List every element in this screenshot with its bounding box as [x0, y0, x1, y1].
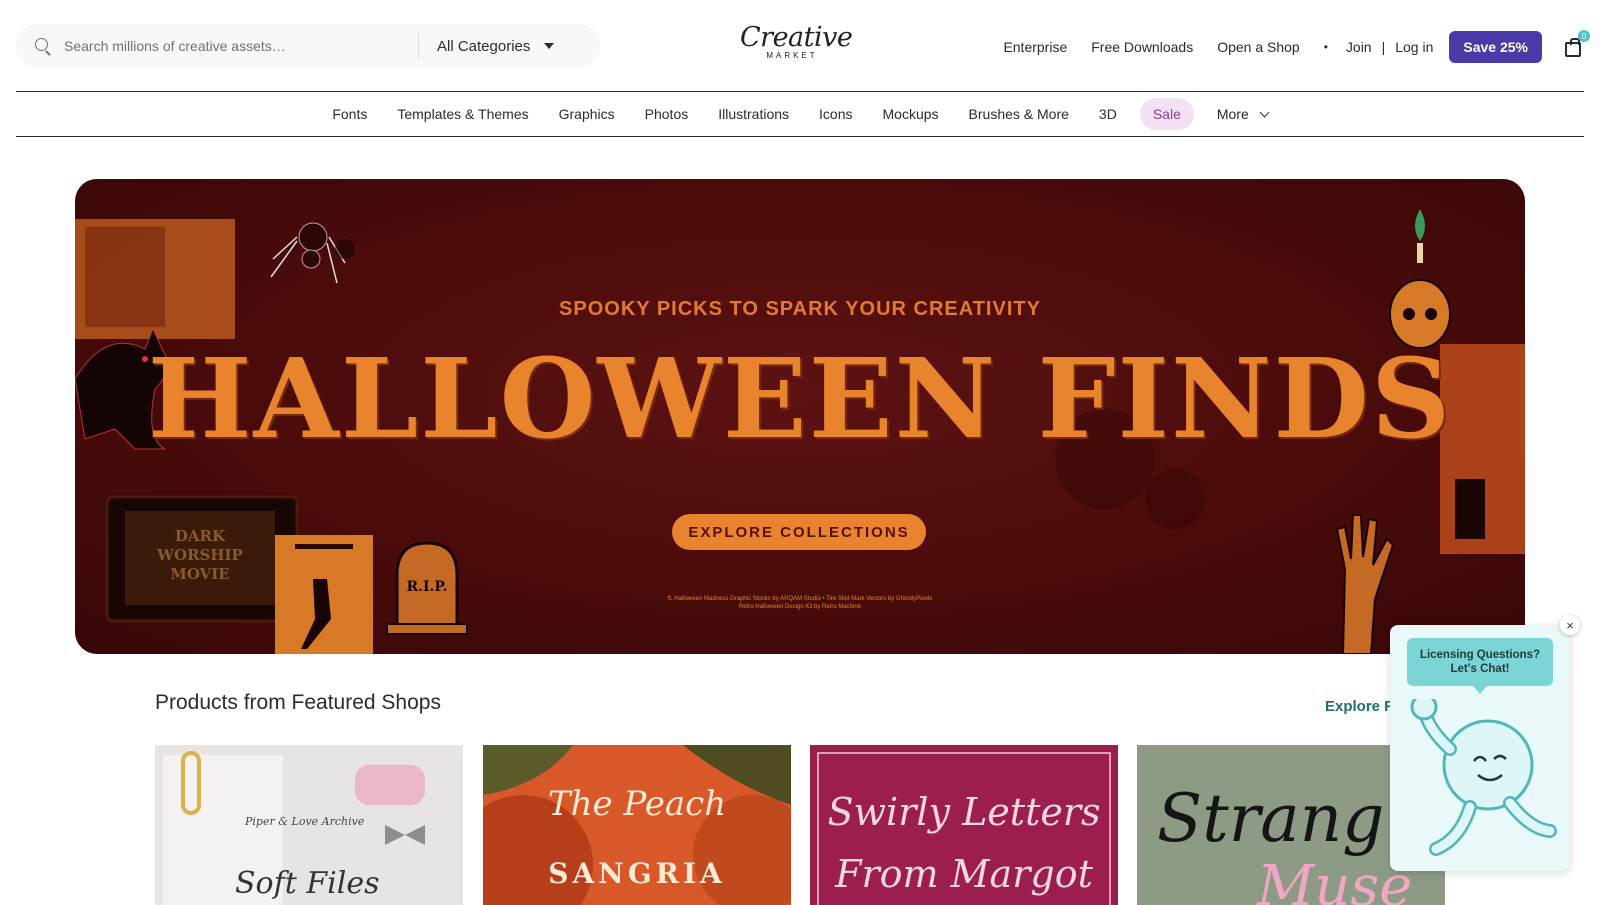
category-fonts[interactable]: Fonts [332, 106, 367, 122]
product-thumbnail: The Peach SANGRIA [483, 745, 791, 905]
search-bar[interactable]: All Categories [16, 24, 600, 68]
halloween-hero-banner[interactable]: DARK WORSHIP MOVIE R.I.P. SPOOKY PICKS T… [75, 179, 1525, 654]
save-25-button[interactable]: Save 25% [1449, 31, 1542, 63]
category-sale[interactable]: Sale [1139, 98, 1194, 130]
chat-widget[interactable]: Licensing Questions? Let's Chat! [1390, 625, 1570, 871]
hero-credit-line-2: Retro Halloween Design Kit by Retro Mach… [738, 604, 862, 610]
chevron-down-icon [1259, 107, 1270, 118]
chat-line-1: Licensing Questions? [1419, 649, 1541, 661]
category-3d[interactable]: 3D [1099, 106, 1117, 122]
top-nav: Enterprise Free Downloads Open a Shop • … [1003, 30, 1590, 64]
free-downloads-link[interactable]: Free Downloads [1091, 39, 1193, 55]
card-art-text-1: The Peach [548, 784, 726, 824]
category-mockups[interactable]: Mockups [883, 106, 939, 122]
open-shop-link[interactable]: Open a Shop [1217, 39, 1300, 55]
explore-featured-link[interactable]: Explore F [1325, 698, 1393, 715]
search-divider [418, 33, 419, 59]
card-art-text-2: Soft Files [235, 866, 379, 901]
product-card-swirly-letters[interactable]: Swirly Letters From Margot [810, 745, 1118, 905]
category-brushes-more[interactable]: Brushes & More [969, 106, 1069, 122]
cart-button[interactable]: 0 [1562, 30, 1590, 60]
logo-main-text: Creative [740, 22, 853, 53]
creative-market-logo[interactable]: Creative MARKET [740, 22, 853, 61]
tv-art-text-3: MOVIE [170, 565, 230, 583]
product-thumbnail: Swirly Letters From Margot [810, 745, 1118, 905]
site-header: All Categories Creative MARKET Enterpris… [16, 0, 1590, 92]
hero-subtitle: SPOOKY PICKS TO SPARK YOUR CREATIVITY [559, 298, 1041, 320]
product-card-peach-sangria[interactable]: The Peach SANGRIA [483, 745, 791, 905]
product-thumbnail: Piper & Love Archive Soft Files [155, 745, 463, 905]
tv-art-text-1: DARK [175, 527, 226, 545]
hero-credits: ft. Halloween Madness Graphic Stocks by … [75, 595, 1525, 611]
category-templates-themes[interactable]: Templates & Themes [397, 106, 528, 122]
chat-bubble[interactable]: Licensing Questions? Let's Chat! [1407, 638, 1553, 694]
featured-shops-heading: Products from Featured Shops [155, 691, 441, 714]
tv-art-text-2: WORSHIP [156, 546, 243, 564]
card-art-text-1: Piper & Love Archive [244, 815, 365, 828]
shopping-bag-icon [1565, 38, 1581, 57]
card-art-text-1: Swirly Letters [828, 790, 1101, 834]
enterprise-link[interactable]: Enterprise [1003, 39, 1067, 55]
card-art-text-2: From Margot [834, 852, 1093, 896]
chat-close-button[interactable]: × [1560, 615, 1580, 635]
category-icons[interactable]: Icons [819, 106, 852, 122]
hero-credit-line-1: ft. Halloween Madness Graphic Stocks by … [667, 596, 933, 602]
card-art-text-2: SANGRIA [548, 857, 726, 890]
category-photos[interactable]: Photos [645, 106, 689, 122]
card-art-text-2: Muse [1256, 854, 1412, 905]
tombstone-art-text: R.I.P. [406, 579, 447, 595]
cart-count-badge: 0 [1578, 30, 1590, 42]
search-icon[interactable] [34, 37, 52, 55]
chat-line-2: Let's Chat! [1450, 663, 1510, 675]
login-link[interactable]: Log in [1395, 39, 1433, 55]
search-input[interactable] [64, 38, 414, 54]
category-graphics[interactable]: Graphics [559, 106, 615, 122]
nav-dot-separator: • [1323, 40, 1328, 54]
chat-mascot-icon [1410, 699, 1557, 856]
category-dropdown[interactable]: All Categories [437, 37, 555, 55]
join-link[interactable]: Join [1346, 39, 1372, 55]
nav-pipe-separator: | [1381, 39, 1386, 55]
caret-down-icon [544, 43, 555, 49]
category-illustrations[interactable]: Illustrations [718, 106, 789, 122]
category-nav: Fonts Templates & Themes Graphics Photos… [16, 91, 1584, 137]
card-art-text-1: Strang [1157, 780, 1384, 857]
product-card-soft-files[interactable]: Piper & Love Archive Soft Files [155, 745, 463, 905]
hero-title: HALLOWEEN FINDS [147, 334, 1453, 463]
explore-collections-button[interactable]: EXPLORE COLLECTIONS [672, 514, 926, 550]
category-dropdown-label: All Categories [437, 37, 531, 55]
category-more[interactable]: More [1216, 106, 1270, 122]
category-more-label: More [1216, 106, 1249, 122]
